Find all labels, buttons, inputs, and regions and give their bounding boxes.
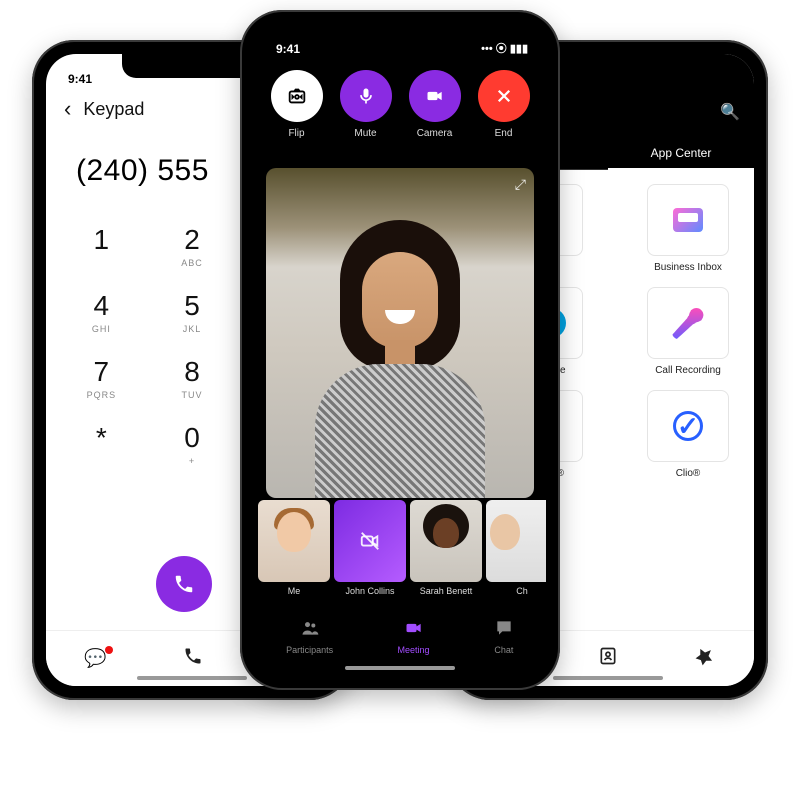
- thumb-sarah[interactable]: Sarah Benett: [410, 500, 482, 596]
- thumb-more[interactable]: Ch: [486, 500, 546, 596]
- tab-meeting[interactable]: Meeting: [398, 618, 430, 655]
- status-time: 9:41: [272, 42, 300, 56]
- expand-icon[interactable]: ⤢: [515, 176, 526, 193]
- key-7[interactable]: 7PQRS: [56, 356, 147, 400]
- camera-off-icon: [359, 530, 381, 552]
- key-4[interactable]: 4GHI: [56, 290, 147, 334]
- participant-video: [310, 198, 490, 498]
- camera-button[interactable]: Camera: [409, 70, 461, 139]
- end-button[interactable]: End: [478, 70, 530, 139]
- app-clio[interactable]: ✓ Clio®: [622, 390, 754, 479]
- meeting-icon: [404, 618, 424, 643]
- call-controls: Flip Mute Camera End: [254, 70, 546, 139]
- inbox-icon: [673, 208, 703, 232]
- mic-icon: [356, 86, 376, 106]
- home-indicator: [553, 676, 663, 680]
- clio-icon: ✓: [673, 411, 703, 441]
- call-button[interactable]: [156, 556, 212, 612]
- close-icon: [495, 87, 513, 105]
- flip-icon: [286, 85, 308, 107]
- contact-tab-icon[interactable]: [598, 646, 618, 671]
- key-2[interactable]: 2ABC: [147, 224, 238, 268]
- participants-icon: [300, 618, 320, 643]
- back-icon[interactable]: ‹: [64, 96, 71, 122]
- main-video[interactable]: ⤢: [266, 168, 534, 498]
- mic-icon: 🎤: [671, 307, 706, 340]
- messages-tab-icon[interactable]: 💬: [84, 648, 106, 669]
- key-1[interactable]: 1: [56, 224, 147, 268]
- app-call-recording[interactable]: 🎤 Call Recording: [622, 287, 754, 376]
- phone-icon: [173, 573, 195, 595]
- app-business-inbox[interactable]: Business Inbox: [622, 184, 754, 273]
- thumb-john[interactable]: John Collins: [334, 500, 406, 596]
- phone-meeting: 9:41 ••• ⦿ ▮▮▮ Flip Mute Camera: [240, 10, 560, 690]
- launch-tab-icon[interactable]: [695, 646, 715, 671]
- thumb-me[interactable]: Me: [258, 500, 330, 596]
- camera-icon: [425, 86, 445, 106]
- flip-button[interactable]: Flip: [271, 70, 323, 139]
- key-star[interactable]: *: [56, 422, 147, 466]
- participant-thumbnails: Me John Collins Sarah Benett Ch: [254, 500, 546, 596]
- home-indicator: [345, 666, 455, 670]
- tab-chat[interactable]: Chat: [494, 618, 514, 655]
- search-icon[interactable]: 🔍: [720, 102, 740, 122]
- chat-icon: [494, 618, 514, 643]
- status-indicators: ••• ⦿ ▮▮▮: [481, 40, 528, 56]
- status-time: 9:41: [64, 72, 92, 86]
- key-8[interactable]: 8TUV: [147, 356, 238, 400]
- tab-participants[interactable]: Participants: [286, 618, 333, 655]
- key-0[interactable]: 0+: [147, 422, 238, 466]
- home-indicator: [137, 676, 247, 680]
- calls-tab-icon[interactable]: [183, 646, 203, 671]
- key-5[interactable]: 5JKL: [147, 290, 238, 334]
- keypad-title: Keypad: [83, 99, 144, 120]
- tab-app-center[interactable]: App Center: [608, 138, 754, 170]
- notch: [330, 24, 470, 48]
- mute-button[interactable]: Mute: [340, 70, 392, 139]
